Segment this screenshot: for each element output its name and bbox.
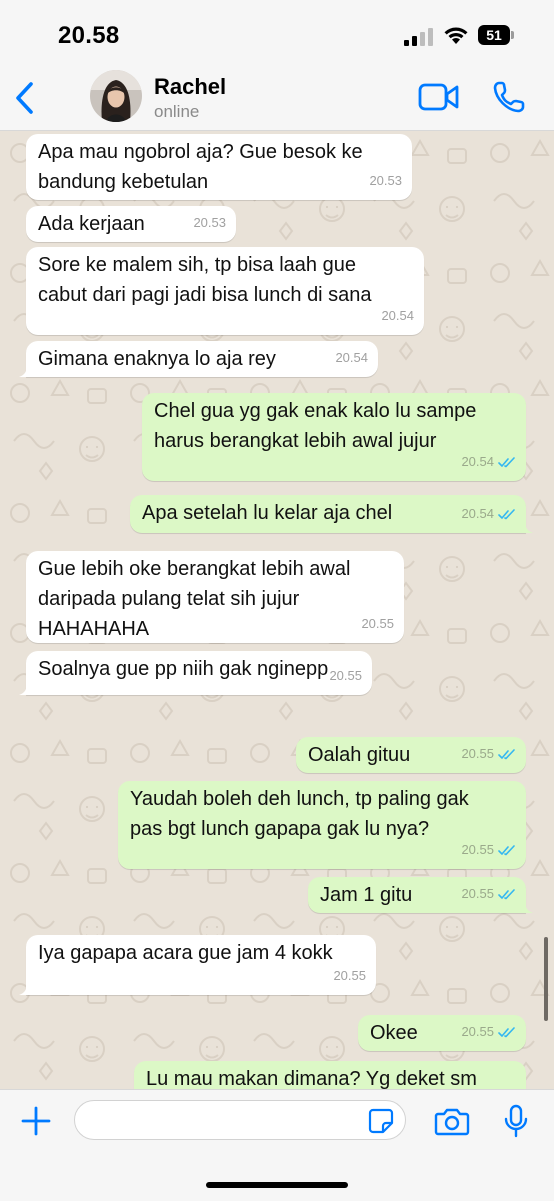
message-time: 20.55 xyxy=(461,842,494,857)
microphone-icon[interactable] xyxy=(502,1104,530,1138)
outgoing-message-bubble[interactable]: Okee 20.55 xyxy=(358,1015,526,1051)
outgoing-message-bubble[interactable]: Jam 1 gitu 20.55 xyxy=(308,877,533,913)
message-meta: 20.54 xyxy=(461,447,516,477)
input-bar xyxy=(0,1089,554,1201)
plus-icon[interactable] xyxy=(20,1105,52,1137)
message-time: 20.54 xyxy=(381,308,414,323)
message-meta: 20.55 xyxy=(461,879,516,909)
message-time: 20.53 xyxy=(193,215,226,230)
read-ticks-icon xyxy=(498,456,515,467)
message-text: Chel gua yg gak enak kalo lu sampe harus… xyxy=(154,400,477,452)
message-time: 20.55 xyxy=(329,668,362,683)
message-text: Lu mau makan dimana? Yg deket sm xyxy=(146,1068,477,1089)
incoming-message-bubble[interactable]: Iya gapapa acara gue jam 4 kokk 20.55 xyxy=(19,935,376,995)
message-text: Apa setelah lu kelar aja chel xyxy=(142,502,393,524)
battery-level: 51 xyxy=(478,25,510,45)
outgoing-message-bubble[interactable]: Lu mau makan dimana? Yg deket sm xyxy=(134,1061,526,1089)
incoming-message-bubble[interactable]: Apa mau ngobrol aja? Gue besok ke bandun… xyxy=(26,134,412,200)
cellular-signal-icon xyxy=(404,28,433,46)
message-list[interactable]: Apa mau ngobrol aja? Gue besok ke bandun… xyxy=(0,131,554,1089)
message-time: 20.55 xyxy=(361,616,394,631)
message-meta: 20.53 xyxy=(193,208,226,238)
outgoing-message-bubble[interactable]: Apa setelah lu kelar aja chel 20.54 xyxy=(130,495,533,533)
message-time: 20.54 xyxy=(461,454,494,469)
message-meta: 20.54 xyxy=(381,301,414,331)
outgoing-message-bubble[interactable]: Yaudah boleh deh lunch, tp paling gak pa… xyxy=(118,781,526,869)
read-ticks-icon xyxy=(498,748,515,759)
outgoing-message-bubble[interactable]: Chel gua yg gak enak kalo lu sampe harus… xyxy=(142,393,526,481)
message-meta: 20.55 xyxy=(333,961,366,991)
message-meta: 20.55 xyxy=(461,1017,516,1047)
sticker-icon[interactable] xyxy=(368,1108,394,1134)
read-ticks-icon xyxy=(498,508,515,519)
message-text: Gimana enaknya lo aja rey xyxy=(38,348,276,370)
battery-icon: 51 xyxy=(478,25,516,47)
contact-photo xyxy=(90,70,142,122)
incoming-message-bubble[interactable]: Soalnya gue pp niih gak nginepp 20.55 xyxy=(19,651,372,695)
read-ticks-icon xyxy=(498,888,515,899)
read-ticks-icon xyxy=(498,1026,515,1037)
message-time: 20.53 xyxy=(369,173,402,188)
message-text: Gue lebih oke berangkat lebih awal darip… xyxy=(38,558,351,640)
contact-name[interactable]: Rachel xyxy=(154,74,226,100)
message-input[interactable] xyxy=(74,1100,406,1140)
message-meta: 20.54 xyxy=(461,499,516,529)
read-ticks-icon xyxy=(498,844,515,855)
message-time: 20.55 xyxy=(461,1024,494,1039)
home-indicator xyxy=(206,1182,348,1188)
wifi-icon xyxy=(444,27,468,44)
incoming-message-bubble[interactable]: Gue lebih oke berangkat lebih awal darip… xyxy=(26,551,404,643)
message-meta: 20.55 xyxy=(361,609,394,639)
phone-call-icon[interactable] xyxy=(492,80,526,114)
status-time: 20.58 xyxy=(58,22,120,49)
incoming-message-bubble[interactable]: Gimana enaknya lo aja rey 20.54 xyxy=(19,341,378,377)
message-meta: 20.55 xyxy=(461,739,516,769)
scroll-indicator[interactable] xyxy=(544,937,548,1021)
message-meta: 20.54 xyxy=(335,343,368,373)
message-time: 20.55 xyxy=(461,746,494,761)
message-meta: 20.55 xyxy=(461,835,516,865)
message-text: Sore ke malem sih, tp bisa laah gue cabu… xyxy=(38,254,372,306)
incoming-message-bubble[interactable]: Ada kerjaan 20.53 xyxy=(26,206,236,242)
back-chevron-icon[interactable] xyxy=(10,80,40,116)
message-text: Iya gapapa acara gue jam 4 kokk xyxy=(38,942,333,964)
video-call-icon[interactable] xyxy=(418,82,460,112)
message-meta: 20.55 xyxy=(329,661,362,691)
camera-icon[interactable] xyxy=(434,1106,470,1136)
message-time: 20.54 xyxy=(461,506,494,521)
chat-header: Rachel online xyxy=(0,68,554,131)
message-time: 20.55 xyxy=(461,886,494,901)
incoming-message-bubble[interactable]: Sore ke malem sih, tp bisa laah gue cabu… xyxy=(26,247,424,335)
message-text: Yaudah boleh deh lunch, tp paling gak pa… xyxy=(130,788,469,840)
message-text: Apa mau ngobrol aja? Gue besok ke bandun… xyxy=(38,141,363,193)
avatar[interactable] xyxy=(90,70,142,122)
status-bar: 20.58 51 xyxy=(0,0,554,68)
message-text: Soalnya gue pp niih gak nginepp xyxy=(38,658,329,680)
message-time: 20.54 xyxy=(335,350,368,365)
message-time: 20.55 xyxy=(333,968,366,983)
message-meta: 20.53 xyxy=(369,166,402,196)
outgoing-message-bubble[interactable]: Oalah gituu 20.55 xyxy=(296,737,526,773)
contact-status: online xyxy=(154,102,200,121)
